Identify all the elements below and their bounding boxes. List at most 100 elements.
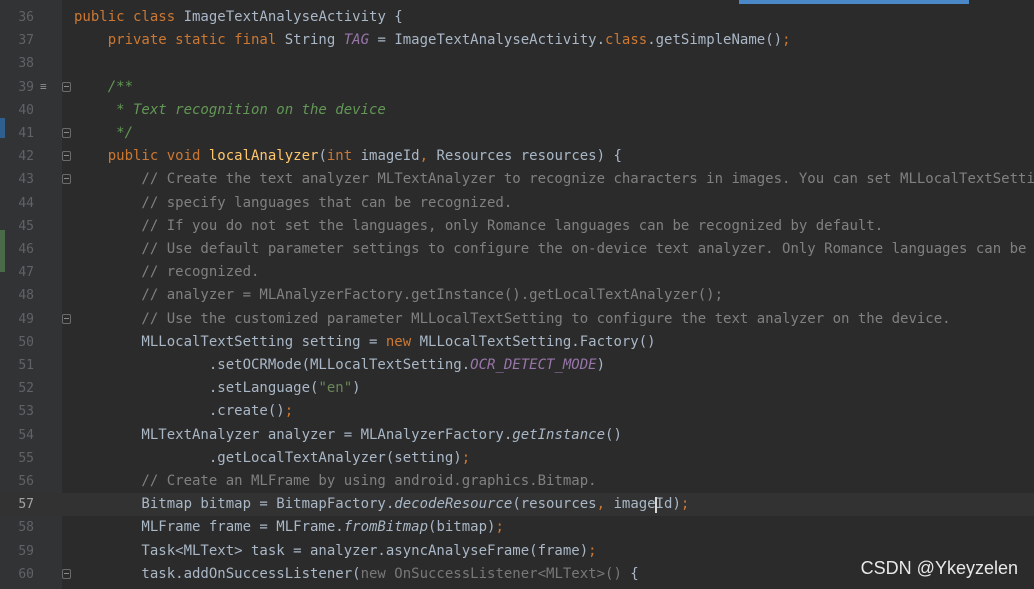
fold-icon[interactable] — [62, 151, 71, 162]
scroll-indicator[interactable] — [739, 0, 969, 4]
code-text: */ — [74, 122, 133, 145]
code-text: .setLanguage("en") — [74, 377, 361, 400]
code-editor[interactable]: 36 public class ImageTextAnalyseActivity … — [0, 0, 1034, 589]
code-token: OCR_DETECT_MODE — [470, 357, 597, 373]
code-token: Resources resources) { — [436, 148, 622, 165]
line-number: 38 — [18, 56, 34, 72]
code-token: imageId — [360, 148, 420, 165]
line-number: 41 — [18, 126, 34, 141]
code-token: TAG — [343, 32, 370, 49]
code-token: () — [605, 426, 622, 443]
code-line[interactable]: 50 MLLocalTextSetting setting = new MLLo… — [0, 331, 1034, 354]
code-text: public class ImageTextAnalyseActivity { — [74, 6, 403, 29]
code-token: ; — [461, 449, 471, 466]
code-line[interactable]: 36 public class ImageTextAnalyseActivity … — [0, 6, 1034, 29]
code-text: // If you do not set the languages, only… — [74, 215, 883, 238]
code-line[interactable]: 49 // Use the customized parameter MLLoc… — [0, 308, 1034, 331]
code-line[interactable]: 37 private static final String TAG = Ima… — [0, 29, 1034, 52]
code-text: // analyzer = MLAnalyzerFactory.getInsta… — [74, 284, 723, 307]
code-line[interactable]: 45 // If you do not set the languages, o… — [0, 215, 1034, 238]
code-token: ( — [318, 148, 327, 165]
code-line[interactable]: 56 // Create an MLFrame by using android… — [0, 470, 1034, 493]
code-line[interactable]: 38 — [0, 52, 1034, 75]
fold-icon[interactable] — [62, 313, 71, 324]
code-token: (resources — [512, 496, 597, 513]
line-number: 46 — [18, 242, 34, 257]
code-text: .setOCRMode(MLLocalTextSetting.OCR_DETEC… — [74, 354, 605, 377]
code-line[interactable]: 55 .getLocalTextAnalyzer(setting); — [0, 447, 1034, 470]
line-number: 47 — [18, 265, 34, 281]
code-token: // specify languages that can be recogni… — [74, 194, 513, 211]
line-number: 56 — [18, 474, 34, 489]
code-token: task.addOnSuccessListener( — [74, 565, 361, 582]
code-token: /** — [74, 78, 134, 95]
code-token: String — [284, 32, 344, 49]
code-token: .getLocalTextAnalyzer(setting) — [74, 449, 462, 466]
code-line[interactable]: 42 public void localAnalyzer(int imageId… — [0, 145, 1034, 168]
code-text: task.addOnSuccessListener(new OnSuccessL… — [74, 563, 639, 586]
code-token: ; — [680, 496, 690, 513]
code-token: private static final — [74, 32, 285, 49]
code-token: getInstance — [512, 426, 606, 443]
code-token: ; — [588, 542, 597, 559]
code-token: (bitmap) — [428, 519, 496, 536]
code-token: ) — [596, 357, 606, 373]
render-doc-icon[interactable]: ≡ — [40, 80, 51, 93]
code-line[interactable]: 44 // specify languages that can be reco… — [0, 192, 1034, 215]
code-token: , — [419, 148, 437, 165]
code-token: .getSimpleName() — [647, 32, 783, 49]
line-number: 53 — [18, 404, 34, 420]
line-number: 57 — [18, 497, 34, 513]
code-line[interactable]: 57 Bitmap bitmap = BitmapFactory.decodeR… — [0, 493, 1034, 517]
line-number: 59 — [18, 543, 34, 559]
code-token: "en" — [318, 380, 353, 397]
fold-icon[interactable] — [62, 174, 71, 185]
code-line[interactable]: 54 MLTextAnalyzer analyzer = MLAnalyzerF… — [0, 424, 1034, 447]
text-caret — [655, 497, 657, 514]
code-token: MLTextAnalyzer analyzer = MLAnalyzerFact… — [74, 426, 513, 443]
code-token: // recognized. — [74, 264, 260, 281]
code-token: { — [630, 565, 639, 582]
code-line[interactable]: 51 .setOCRMode(MLLocalTextSetting.OCR_DE… — [0, 354, 1034, 377]
code-token: // If you do not set the languages, only… — [74, 217, 884, 234]
code-text: // Create an MLFrame by using android.gr… — [74, 470, 596, 493]
code-token: ; — [284, 403, 294, 420]
code-token: localAnalyzer — [208, 148, 319, 165]
line-number: 49 — [18, 311, 34, 327]
line-number: 58 — [18, 520, 34, 536]
code-token: ; — [495, 519, 504, 536]
code-token: public void — [74, 148, 209, 165]
code-line[interactable]: 53 .create(); — [0, 400, 1034, 423]
code-line[interactable]: 41 */ — [0, 122, 1034, 145]
code-token: MLLocalTextSetting.Factory() — [419, 333, 656, 350]
code-line[interactable]: 52 .setLanguage("en") — [0, 377, 1034, 400]
fold-icon[interactable] — [62, 568, 71, 579]
line-number: 55 — [18, 450, 34, 466]
code-token: .setLanguage( — [74, 380, 319, 397]
code-line[interactable]: 46 // Use default parameter settings to … — [0, 238, 1034, 261]
code-token: MLLocalTextSetting setting = — [74, 333, 386, 350]
line-number: 43 — [18, 172, 34, 188]
code-line[interactable]: 40 * Text recognition on the device — [0, 99, 1034, 122]
code-token: ) — [352, 380, 361, 397]
line-number: 42 — [18, 149, 34, 165]
code-text: .create(); — [74, 400, 293, 423]
code-line[interactable]: 58 MLFrame frame = MLFrame.fromBitmap(bi… — [0, 516, 1034, 539]
code-text: // Use default parameter settings to con… — [74, 238, 1026, 261]
code-line[interactable]: 48 // analyzer = MLAnalyzerFactory.getIn… — [0, 284, 1034, 307]
code-token: Bitmap bitmap = BitmapFactory. — [74, 496, 395, 513]
code-token: // analyzer = MLAnalyzerFactory.getInsta… — [74, 287, 724, 304]
fold-icon[interactable] — [62, 128, 71, 138]
code-text: // Create the text analyzer MLTextAnalyz… — [74, 168, 1034, 191]
fold-icon[interactable] — [62, 81, 71, 92]
code-text: public void localAnalyzer(int imageId, R… — [74, 145, 622, 168]
code-text: Bitmap bitmap = BitmapFactory.decodeReso… — [74, 493, 689, 516]
code-token: public class — [74, 9, 184, 25]
code-token: MLFrame frame = MLFrame. — [74, 519, 344, 536]
code-token: // Use the customized parameter MLLocalT… — [74, 310, 951, 327]
code-line[interactable]: 47 // recognized. — [0, 261, 1034, 284]
code-line[interactable]: 39 ≡ /** — [0, 76, 1034, 99]
code-line[interactable]: 43 // Create the text analyzer MLTextAna… — [0, 168, 1034, 191]
line-number: 45 — [18, 218, 34, 234]
line-number: 50 — [18, 334, 34, 350]
